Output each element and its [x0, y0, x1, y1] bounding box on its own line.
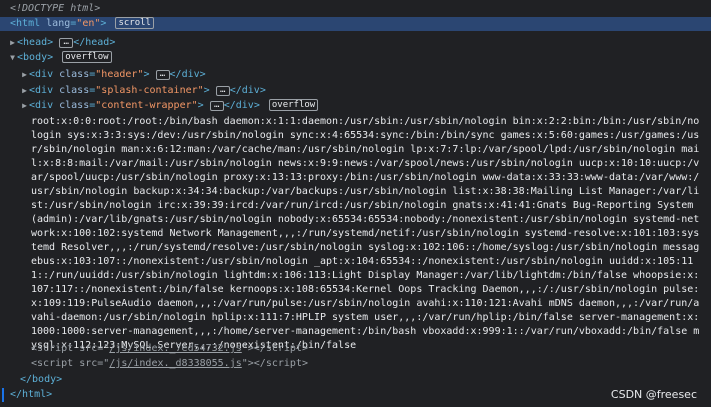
watermark: CSDN @freesec [610, 388, 697, 401]
class-attr-value: header [101, 69, 138, 80]
html-attr-value: en [82, 18, 95, 29]
collapsed-ellipsis-icon[interactable]: … [209, 101, 224, 111]
collapsed-ellipsis-icon[interactable]: … [59, 38, 74, 48]
doctype-line[interactable]: <!DOCTYPE html> [10, 2, 100, 16]
script-row-1[interactable]: <script src="/js/index._7ed54732.js"></s… [31, 342, 308, 356]
div-close-tag-name: div [235, 100, 254, 111]
overflow-badge[interactable]: overflow [62, 51, 112, 63]
script-src-link[interactable]: /js/index._d8338055.js [109, 358, 241, 369]
script-tag-name: script [37, 358, 74, 369]
div-tag-name: div [35, 100, 54, 111]
script-close-tag-name: script [265, 343, 302, 354]
head-close-tag-name: head [85, 37, 110, 48]
overflow-badge[interactable]: overflow [268, 99, 319, 111]
collapse-triangle-icon[interactable]: ▼ [8, 51, 17, 65]
class-attr-name: class [59, 85, 90, 96]
body-tag-name: body [23, 52, 48, 63]
splash-container-div-row[interactable]: ▶ <div class="splash-container"> … </div> [20, 84, 266, 98]
script-tag-name: script [37, 343, 74, 354]
class-attr-value: content-wrapper [101, 100, 192, 111]
script-row-2[interactable]: <script src="/js/index._d8338055.js"></s… [31, 357, 308, 371]
expand-triangle-icon[interactable]: ▶ [20, 68, 29, 82]
div-tag-name: div [35, 69, 54, 80]
content-wrapper-div-row[interactable]: ▶ <div class="content-wrapper"> … </div> o… [20, 99, 319, 113]
script-src-link[interactable]: /js/index._7ed54732.js [109, 343, 241, 354]
doctype-text: <!DOCTYPE html> [10, 3, 101, 14]
class-attr-value: splash-container [101, 85, 198, 96]
class-attr-name: class [59, 69, 90, 80]
div-close-tag-name: div [241, 85, 260, 96]
src-attr-name: src [79, 358, 98, 369]
expand-triangle-icon[interactable]: ▶ [8, 36, 17, 50]
div-tag-name: div [35, 85, 54, 96]
html-close-tag[interactable]: </html> [10, 388, 52, 402]
script-close-tag-name: script [265, 358, 302, 369]
collapsed-ellipsis-icon[interactable]: … [155, 70, 170, 80]
selection-indicator [2, 388, 4, 402]
expand-triangle-icon[interactable]: ▶ [20, 99, 29, 113]
html-node-row[interactable]: <html lang="en"> scroll [0, 17, 711, 31]
body-node-row[interactable]: ▼ <body> overflow [8, 51, 112, 65]
html-attr-name: lang [46, 18, 71, 29]
collapsed-ellipsis-icon[interactable]: … [215, 86, 230, 96]
passwd-text-node[interactable]: root:x:0:0:root:/root:/bin/bash daemon:x… [31, 115, 703, 353]
src-attr-name: src [79, 343, 98, 354]
body-close-tag[interactable]: </body> [20, 373, 62, 387]
html-tag-name: html [16, 18, 41, 29]
scroll-badge[interactable]: scroll [115, 17, 154, 29]
div-close-tag-name: div [181, 69, 200, 80]
header-div-row[interactable]: ▶ <div class="header"> … </div> [20, 68, 206, 82]
head-node-row[interactable]: ▶ <head> … </head> [8, 36, 115, 50]
class-attr-name: class [59, 100, 90, 111]
head-tag-name: head [23, 37, 48, 48]
expand-triangle-icon[interactable]: ▶ [20, 84, 29, 98]
